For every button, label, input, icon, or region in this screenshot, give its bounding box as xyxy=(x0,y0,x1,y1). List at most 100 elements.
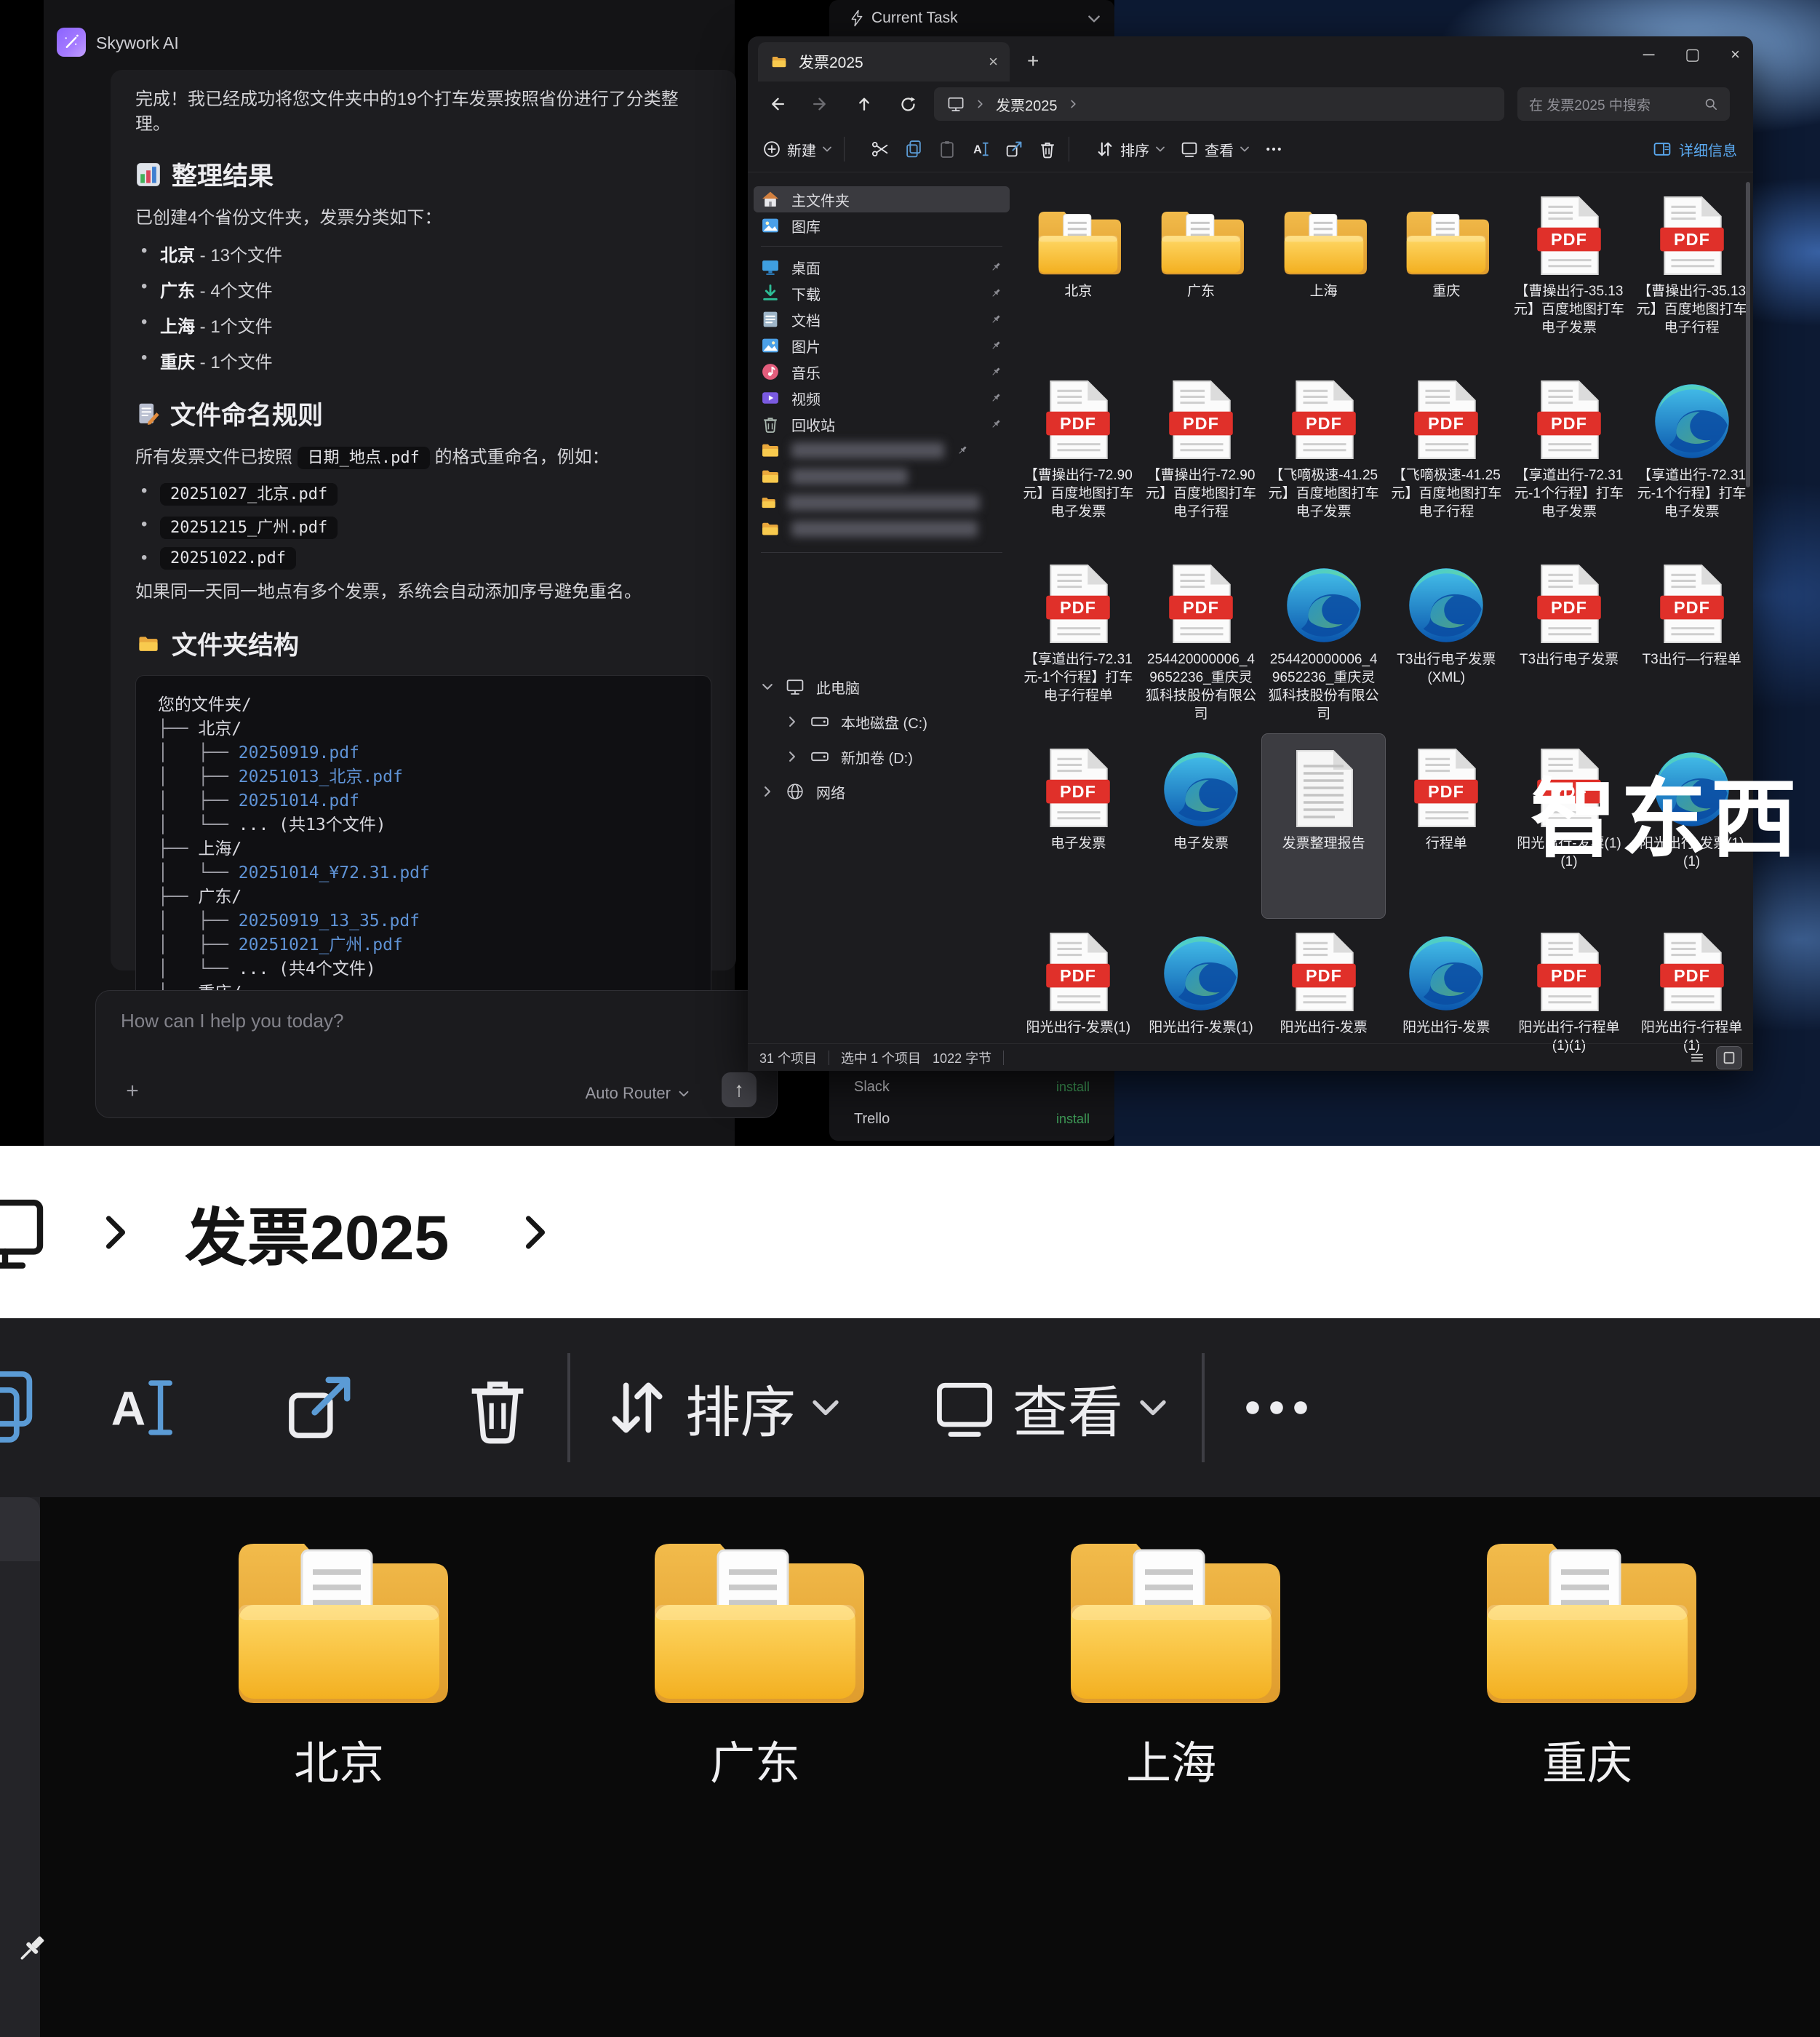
file-item[interactable]: 254420000006_49652236_重庆灵狐科技股份有限公司 xyxy=(1262,550,1385,734)
file-item[interactable]: 【享道出行-72.31元-1个行程】打车电子发票 xyxy=(1508,366,1631,550)
sidebar-item-label: 图库 xyxy=(791,215,978,236)
sidebar-item[interactable]: 本地磁盘 (C:) xyxy=(754,704,1010,739)
back-button[interactable] xyxy=(755,95,799,113)
file-item[interactable]: 电子发票 xyxy=(1017,734,1140,918)
sidebar-item[interactable]: 新加卷 (D:) xyxy=(754,739,1010,774)
file-item[interactable]: 【曹操出行-72.90元】百度地图打车电子发票 xyxy=(1017,366,1140,550)
file-item[interactable]: 阳光出行-发票(1) xyxy=(1017,918,1140,1102)
sidebar-item[interactable] xyxy=(754,463,1010,490)
minimize-button[interactable]: ─ xyxy=(1643,45,1655,64)
file-item[interactable]: 【飞嘀极速-41.25元】百度地图打车电子发票 xyxy=(1262,366,1385,550)
sidebar-item[interactable] xyxy=(754,437,1010,463)
file-item-icon xyxy=(1407,927,1485,1013)
sidebar-item[interactable]: 音乐 xyxy=(754,359,1010,385)
redacted-label xyxy=(791,469,908,485)
file-item[interactable]: 电子发票 xyxy=(1140,734,1263,918)
share-button[interactable] xyxy=(1005,140,1023,159)
scrollbar[interactable] xyxy=(1746,182,1750,487)
auto-router-selector[interactable]: Auto Router xyxy=(586,1084,690,1103)
file-item[interactable]: 【曹操出行-72.90元】百度地图打车电子行程 xyxy=(1140,366,1263,550)
file-item[interactable]: 【享道出行-72.31元-1个行程】打车电子发票 xyxy=(1630,366,1753,550)
file-item[interactable]: T3出行电子发票 xyxy=(1508,550,1631,734)
paste-button[interactable] xyxy=(938,140,957,159)
tree-line: │ └── ... (共13个文件) xyxy=(158,813,689,837)
file-item[interactable]: 重庆 xyxy=(1385,182,1508,366)
install-link[interactable]: install xyxy=(1056,1112,1090,1127)
sidebar-item[interactable]: 图片 xyxy=(754,332,1010,359)
file-item-icon xyxy=(1168,559,1234,645)
explorer-tab[interactable]: 发票2025 × xyxy=(758,42,1010,81)
pin-icon xyxy=(989,260,1002,274)
sidebar-item[interactable]: 网络 xyxy=(754,774,1010,809)
file-item[interactable]: 发票整理报告 xyxy=(1262,734,1385,918)
file-item[interactable]: 阳光出行-发票 xyxy=(1385,918,1508,1102)
delete-button[interactable] xyxy=(1038,140,1057,159)
magnified-view-label: 查看 xyxy=(1013,1368,1123,1448)
file-item[interactable]: 【曹操出行-35.13元】百度地图打车电子行程 xyxy=(1630,182,1753,366)
file-item[interactable]: 广东 xyxy=(1140,182,1263,366)
forward-button[interactable] xyxy=(799,95,842,113)
details-pane-button[interactable]: 详细信息 xyxy=(1653,139,1737,160)
more-options-button[interactable] xyxy=(1264,140,1283,159)
sidebar-item[interactable]: 此电脑 xyxy=(754,669,1010,704)
file-item[interactable]: 阳光出行-行程单(1) xyxy=(1630,918,1753,1102)
breadcrumb-folder[interactable]: 发票2025 xyxy=(996,94,1058,115)
file-item[interactable]: 【飞嘀极速-41.25元】百度地图打车电子行程 xyxy=(1385,366,1508,550)
file-item[interactable]: 254420000006_49652236_重庆灵狐科技股份有限公司 xyxy=(1140,550,1263,734)
sidebar-item-icon xyxy=(761,190,780,209)
up-button[interactable] xyxy=(842,95,886,113)
view-button[interactable]: 查看 xyxy=(1180,139,1250,160)
file-item[interactable]: 北京 xyxy=(1017,182,1140,366)
sidebar-item-icon xyxy=(786,677,805,696)
refresh-button[interactable] xyxy=(886,95,930,113)
large-icons-view-toggle[interactable] xyxy=(1717,1047,1741,1069)
explorer-tab-bar: 发票2025 × + ─ ▢ × xyxy=(748,36,1753,81)
file-item[interactable]: 上海 xyxy=(1262,182,1385,366)
magnified-folder-label: 重庆 xyxy=(1542,1726,1632,1792)
breadcrumb[interactable]: 发票2025 xyxy=(934,87,1504,121)
file-item[interactable]: T3出行电子发票(XML) xyxy=(1385,550,1508,734)
new-tab-button[interactable]: + xyxy=(1027,49,1039,73)
result-item: 重庆 - 1个文件 xyxy=(135,348,711,373)
file-item-icon xyxy=(1158,191,1244,276)
sort-button[interactable]: 排序 xyxy=(1095,139,1165,160)
naming-intro: 所有发票文件已按照 日期_地点.pdf 的格式重命名，例如： xyxy=(135,445,711,471)
sidebar-item[interactable]: 回收站 xyxy=(754,411,1010,437)
tab-close-icon[interactable]: × xyxy=(989,52,998,71)
sidebar-item[interactable] xyxy=(754,516,1010,542)
close-button[interactable]: × xyxy=(1731,45,1740,64)
screenshot-root: Current Task Slack install Trello instal… xyxy=(0,0,1820,2037)
sidebar-item[interactable]: 文档 xyxy=(754,306,1010,332)
sidebar-item[interactable]: 视频 xyxy=(754,385,1010,411)
sidebar-item-label: 视频 xyxy=(791,388,978,409)
details-view-toggle[interactable] xyxy=(1685,1047,1709,1069)
item-count: 31 个项目 xyxy=(759,1048,817,1067)
sidebar-item[interactable] xyxy=(754,490,1010,516)
sidebar-item[interactable]: 下载 xyxy=(754,280,1010,306)
magnified-breadcrumb-folder: 发票2025 xyxy=(185,1187,449,1277)
chat-input-box[interactable]: How can I help you today? + Auto Router … xyxy=(95,990,778,1118)
new-button[interactable]: 新建 xyxy=(762,139,832,160)
file-item[interactable]: 阳光出行-行程单(1)(1) xyxy=(1508,918,1631,1102)
sidebar-item[interactable]: 图库 xyxy=(754,212,1010,239)
file-item[interactable]: 【曹操出行-35.13元】百度地图打车电子发票 xyxy=(1508,182,1631,366)
file-item-icon xyxy=(1168,375,1234,461)
current-task-bar[interactable]: Current Task xyxy=(829,0,1114,36)
sidebar-item[interactable]: 桌面 xyxy=(754,254,1010,280)
cut-button[interactable] xyxy=(871,140,890,159)
copy-button[interactable] xyxy=(904,140,923,159)
maximize-button[interactable]: ▢ xyxy=(1685,45,1700,64)
search-box[interactable]: 在 发票2025 中搜索 xyxy=(1517,87,1730,121)
file-item[interactable]: 阳光出行-发票(1) xyxy=(1140,918,1263,1102)
file-item[interactable]: 【享道出行-72.31元-1个行程】打车电子行程单 xyxy=(1017,550,1140,734)
message-intro: 完成！我已经成功将您文件夹中的19个打车发票按照省份进行了分类整理。 xyxy=(135,87,711,137)
file-item[interactable]: T3出行—行程单 xyxy=(1630,550,1753,734)
file-item-icon xyxy=(1413,375,1480,461)
rename-button[interactable] xyxy=(971,140,990,159)
file-item-icon xyxy=(1659,191,1725,276)
file-item[interactable]: 阳光出行-发票 xyxy=(1262,918,1385,1102)
file-item[interactable]: 行程单 xyxy=(1385,734,1508,918)
sidebar-item[interactable]: 主文件夹 xyxy=(754,186,1010,212)
sidebar-item-label: 回收站 xyxy=(791,414,978,435)
attach-button[interactable]: + xyxy=(118,1077,147,1106)
